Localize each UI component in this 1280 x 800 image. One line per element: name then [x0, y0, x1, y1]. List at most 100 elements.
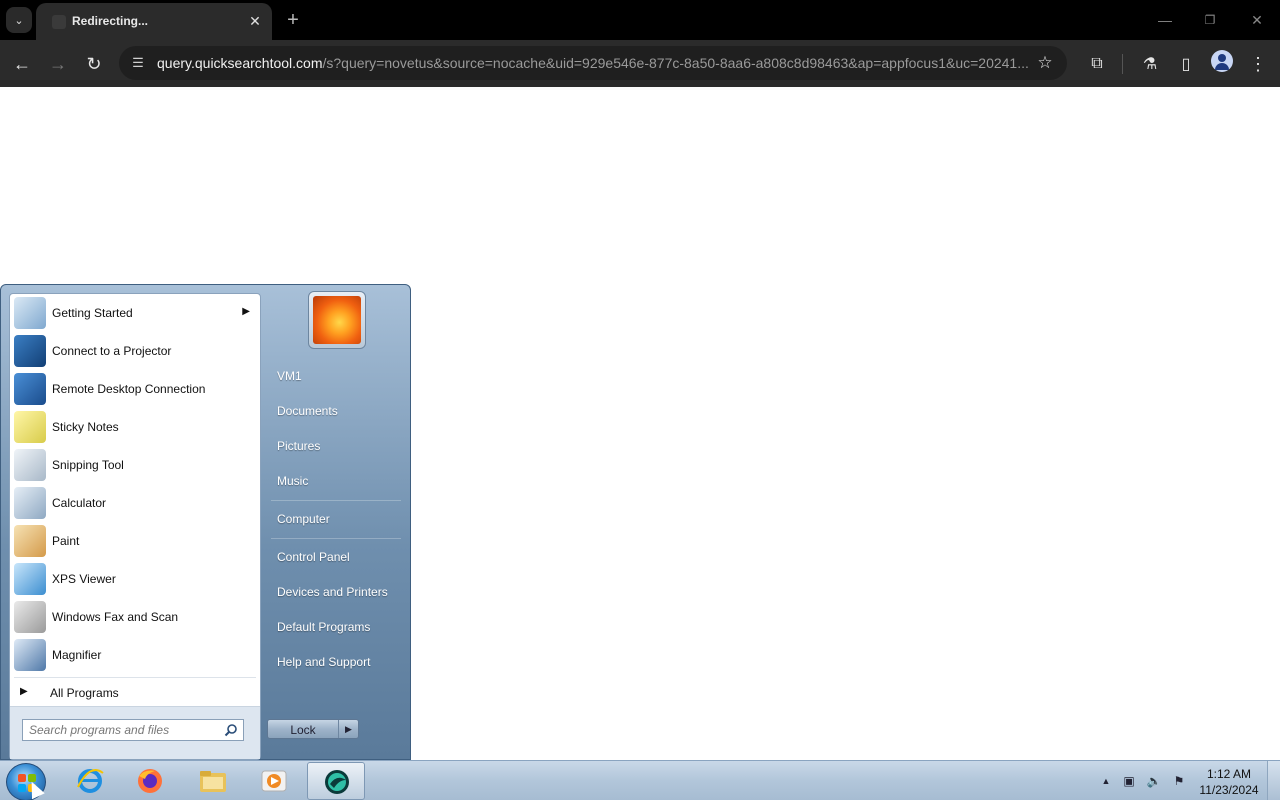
link-default-programs[interactable]: Default Programs	[266, 612, 406, 642]
program-item[interactable]: Snipping Tool	[10, 446, 260, 484]
screen: ⌄ Redirecting... ✕ + — ❐ ✕ ← → ↻ ☰ query…	[0, 0, 1280, 800]
calculator-icon	[14, 487, 46, 519]
search-area	[10, 706, 260, 759]
url-host: query.quicksearchtool.com	[157, 55, 323, 71]
program-label: Remote Desktop Connection	[52, 382, 206, 396]
extensions-icon[interactable]: ⧉	[1083, 50, 1111, 78]
link-computer-label: Computer	[277, 512, 330, 526]
program-item[interactable]: Paint	[10, 522, 260, 560]
program-item[interactable]: XPS Viewer	[10, 560, 260, 598]
divider	[271, 500, 401, 501]
link-pictures[interactable]: Pictures	[266, 431, 406, 461]
menu-icon[interactable]: ⋮	[1244, 50, 1272, 78]
taskbar-firefox[interactable]	[121, 762, 179, 800]
show-desktop-button[interactable]	[1267, 761, 1280, 800]
window-close-icon[interactable]: ✕	[1245, 8, 1269, 32]
volume-muted-icon[interactable]: 🔈	[1146, 773, 1162, 789]
program-label: XPS Viewer	[52, 572, 116, 586]
labs-icon[interactable]: ⚗	[1136, 50, 1164, 78]
all-programs-label: All Programs	[50, 686, 119, 700]
link-music-label: Music	[277, 474, 309, 488]
search-input[interactable]	[29, 723, 215, 737]
link-pictures-label: Pictures	[277, 439, 321, 453]
taskbar: ▲ ▣ 🔈 ⚑ 1:12 AM 11/23/2024	[0, 760, 1280, 800]
all-programs-button[interactable]: ▶ All Programs	[10, 680, 260, 706]
browser-tab[interactable]: Redirecting... ✕	[36, 3, 272, 40]
link-music[interactable]: Music	[266, 466, 406, 496]
reload-icon[interactable]: ↻	[80, 50, 108, 78]
start-menu: Getting Started ▶ Connect to a Projector Re…	[0, 284, 411, 760]
program-item[interactable]: Calculator	[10, 484, 260, 522]
program-item[interactable]: Magnifier	[10, 636, 260, 674]
program-item[interactable]: Getting Started ▶	[10, 294, 260, 332]
link-help-label: Help and Support	[277, 655, 371, 669]
lock-button[interactable]: Lock ▶	[267, 719, 359, 739]
back-icon[interactable]: ←	[8, 50, 36, 78]
shutdown-options-arrow-icon[interactable]: ▶	[338, 720, 358, 738]
media-player-icon	[261, 770, 287, 792]
bookmark-star-icon[interactable]: ☆	[1035, 53, 1055, 73]
program-item[interactable]: Sticky Notes	[10, 408, 260, 446]
clock-date: 11/23/2024	[1199, 783, 1259, 797]
browser-app-icon	[325, 770, 349, 794]
forward-icon[interactable]: →	[44, 50, 72, 78]
link-devices-printers[interactable]: Devices and Printers	[266, 577, 406, 607]
link-help-support[interactable]: Help and Support	[266, 647, 406, 677]
lock-label: Lock	[290, 723, 316, 737]
action-center-flag-icon[interactable]: ⚑	[1171, 773, 1187, 789]
url-text[interactable]: query.quicksearchtool.com/s?query=novetu…	[157, 55, 1032, 71]
program-label: Snipping Tool	[52, 458, 124, 472]
xps-viewer-icon	[14, 563, 46, 595]
address-bar[interactable]: ☰ query.quicksearchtool.com/s?query=nove…	[119, 46, 1067, 80]
user-picture[interactable]	[308, 291, 366, 349]
search-box[interactable]	[22, 719, 244, 741]
toolbar-divider	[1122, 54, 1123, 74]
program-label: Windows Fax and Scan	[52, 610, 179, 624]
program-item[interactable]: Connect to a Projector	[10, 332, 260, 370]
taskbar-media-player[interactable]	[245, 762, 303, 800]
link-devices-label: Devices and Printers	[277, 585, 388, 599]
tab-favicon-icon	[52, 15, 66, 29]
projector-icon	[14, 335, 46, 367]
program-label: Sticky Notes	[52, 420, 119, 434]
link-default-programs-label: Default Programs	[277, 620, 371, 634]
link-control-panel[interactable]: Control Panel	[266, 542, 406, 572]
program-item[interactable]: Remote Desktop Connection	[10, 370, 260, 408]
taskbar-internet-explorer[interactable]	[61, 762, 119, 800]
link-documents-label: Documents	[277, 404, 338, 418]
close-icon[interactable]: ✕	[246, 12, 264, 30]
restore-icon[interactable]: ❐	[1198, 8, 1222, 32]
scissors-icon	[14, 449, 46, 481]
side-panel-icon[interactable]: ▯	[1172, 50, 1200, 78]
program-label: Getting Started	[52, 306, 133, 320]
flower-avatar-icon	[313, 296, 361, 344]
program-item[interactable]: Windows Fax and Scan	[10, 598, 260, 636]
tab-search-chevron-icon[interactable]: ⌄	[6, 7, 32, 33]
search-icon[interactable]	[224, 723, 238, 737]
internet-explorer-icon	[77, 769, 104, 793]
url-path: /s?query=novetus&source=nocache&uid=929e…	[322, 55, 1029, 71]
submenu-arrow-icon[interactable]: ▶	[242, 306, 250, 317]
taskbar-browser-app[interactable]	[307, 762, 365, 800]
plus-icon[interactable]: +	[282, 9, 304, 31]
profile-icon[interactable]	[1211, 50, 1233, 72]
divider	[271, 538, 401, 539]
tab-title: Redirecting...	[72, 14, 149, 28]
show-hidden-icons-icon[interactable]: ▲	[1098, 773, 1114, 789]
system-clock[interactable]: 1:12 AM 11/23/2024	[1190, 766, 1268, 798]
network-icon[interactable]: ▣	[1121, 773, 1137, 789]
link-user-label: VM1	[277, 369, 302, 383]
taskbar-file-explorer[interactable]	[184, 762, 242, 800]
programs-pane: Getting Started ▶ Connect to a Projector Re…	[9, 293, 261, 760]
minimize-icon[interactable]: —	[1153, 8, 1177, 32]
remote-desktop-icon	[14, 373, 46, 405]
program-label: Magnifier	[52, 648, 102, 662]
getting-started-icon	[14, 297, 46, 329]
program-label: Connect to a Projector	[52, 344, 172, 358]
fax-icon	[14, 601, 46, 633]
program-label: Paint	[52, 534, 80, 548]
site-info-icon[interactable]: ☰	[129, 54, 147, 72]
link-computer[interactable]: Computer	[266, 504, 406, 534]
link-user[interactable]: VM1	[266, 361, 406, 391]
link-documents[interactable]: Documents	[266, 396, 406, 426]
